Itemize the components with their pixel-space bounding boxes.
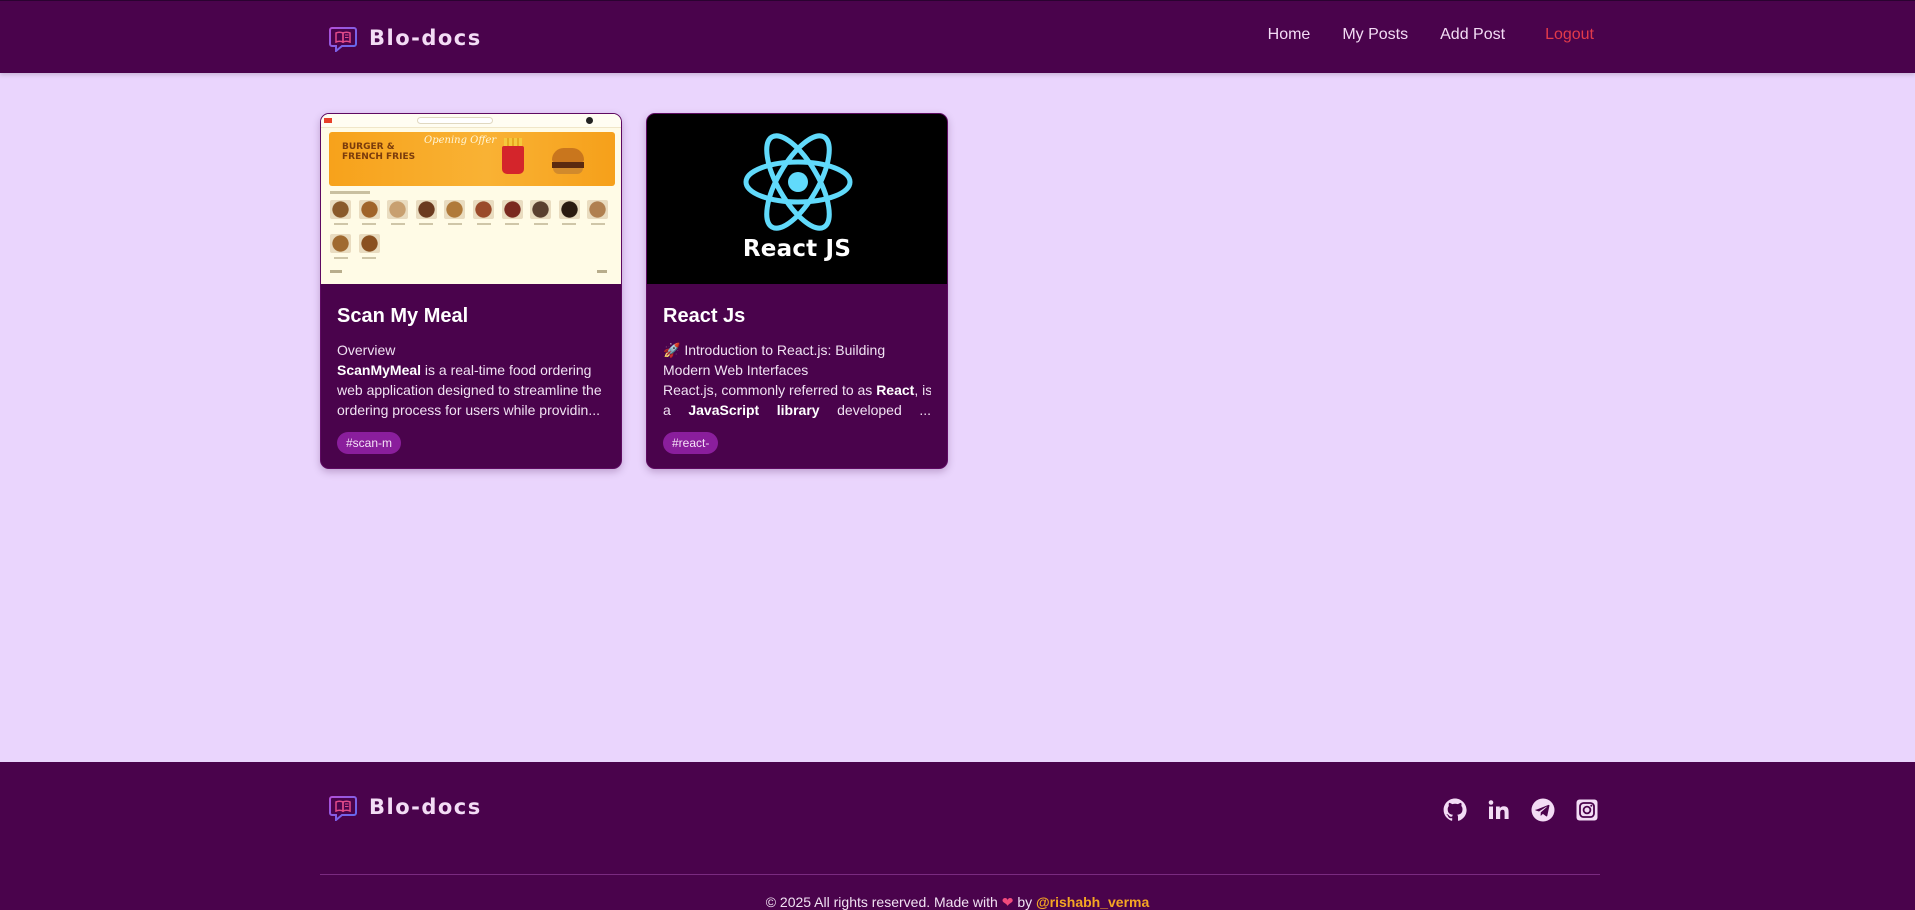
excerpt-text: web application designed to streamline t… xyxy=(337,382,602,398)
post-tag[interactable]: #scan-m xyxy=(337,432,402,454)
post-card-scan-my-meal[interactable]: BURGER & FRENCH FRIES Opening Offer Scan… xyxy=(320,113,622,469)
thumb-food-item xyxy=(530,200,552,219)
excerpt-bold: React xyxy=(876,382,915,398)
author-link[interactable]: @rishabh_verma xyxy=(1036,894,1149,910)
excerpt-text: ordering process for users while providi… xyxy=(337,402,601,418)
excerpt-text: a xyxy=(663,402,671,418)
thumb-food-item xyxy=(358,200,380,219)
excerpt-bold: ScanMyMeal xyxy=(337,362,422,378)
linkedin-icon[interactable] xyxy=(1487,798,1511,822)
thumb-react-label: React JS xyxy=(742,236,852,262)
post-thumbnail-scan-my-meal: BURGER & FRENCH FRIES Opening Offer xyxy=(321,114,621,284)
brand-logo-link[interactable]: Blo-docs xyxy=(329,23,482,53)
logout-button[interactable]: Logout xyxy=(1545,26,1594,44)
excerpt-text: , is xyxy=(914,382,931,398)
post-tag[interactable]: #react- xyxy=(663,432,719,454)
post-list: BURGER & FRENCH FRIES Opening Offer Scan… xyxy=(320,113,948,469)
book-chat-icon xyxy=(329,796,357,821)
github-icon[interactable] xyxy=(1443,798,1467,822)
header: Blo-docs Home My Posts Add Post Logout xyxy=(0,0,1915,73)
excerpt-text: Modern Web Interfaces xyxy=(663,362,809,378)
nav-add-post-link[interactable]: Add Post xyxy=(1440,26,1505,44)
thumb-banner-title-2: FRENCH FRIES xyxy=(342,152,416,162)
thumb-banner-script: Opening Offer xyxy=(424,135,497,146)
react-logo-icon xyxy=(743,133,853,231)
thumb-food-item xyxy=(473,200,494,219)
post-title: React Js xyxy=(663,305,746,327)
nav-my-posts-link[interactable]: My Posts xyxy=(1342,26,1408,44)
thumb-food-item xyxy=(415,200,437,219)
main-nav: Home My Posts Add Post Logout xyxy=(1236,23,1594,47)
footer-brand-name: Blo-docs xyxy=(369,795,482,819)
excerpt-text: React.js, commonly referred to as xyxy=(663,382,877,398)
thumb-food-item xyxy=(330,200,351,219)
copyright-prefix: © 2025 All rights reserved. Made with xyxy=(765,894,998,910)
thumb-food-item xyxy=(330,234,351,253)
thumb-food-item xyxy=(358,234,380,253)
post-thumbnail-react-js: React JS xyxy=(647,114,947,284)
excerpt-heading: Overview xyxy=(337,342,396,358)
post-excerpt: 🚀 Introduction to React.js: Building Mod… xyxy=(663,340,931,420)
copyright-text: © 2025 All rights reserved. Made with ❤ … xyxy=(0,894,1915,910)
thumb-food-item xyxy=(501,200,523,219)
heart-icon: ❤ xyxy=(1001,894,1014,910)
brand-name: Blo-docs xyxy=(369,26,482,50)
thumb-food-item xyxy=(587,200,609,219)
post-card-react-js[interactable]: React JS React Js 🚀 Introduction to Reac… xyxy=(646,113,948,469)
post-title: Scan My Meal xyxy=(337,305,469,327)
thumb-food-item xyxy=(444,200,466,219)
post-excerpt: Overview ScanMyMeal is a real-time food … xyxy=(337,340,605,420)
footer-brand-link[interactable]: Blo-docs xyxy=(329,792,482,822)
nav-home-link[interactable]: Home xyxy=(1268,26,1311,44)
thumb-banner-title-1: BURGER & xyxy=(342,142,395,152)
excerpt-text: is a real-time food ordering xyxy=(421,362,592,378)
instagram-icon[interactable] xyxy=(1575,798,1599,822)
excerpt-bold: JavaScript xyxy=(688,402,760,418)
thumb-food-item xyxy=(558,200,580,219)
social-links xyxy=(1443,798,1599,822)
footer: Blo-docs © 2025 All rights reserved. Mad… xyxy=(0,762,1915,910)
excerpt-bold: library xyxy=(776,402,820,418)
telegram-icon[interactable] xyxy=(1531,798,1555,822)
footer-divider xyxy=(320,874,1600,875)
copyright-by: by xyxy=(1017,894,1033,910)
excerpt-text: 🚀 Introduction to React.js: Building xyxy=(663,342,886,358)
excerpt-text: ... xyxy=(919,402,931,418)
thumb-food-item xyxy=(387,200,409,219)
excerpt-text: developed xyxy=(837,402,902,418)
book-chat-icon xyxy=(329,27,357,52)
